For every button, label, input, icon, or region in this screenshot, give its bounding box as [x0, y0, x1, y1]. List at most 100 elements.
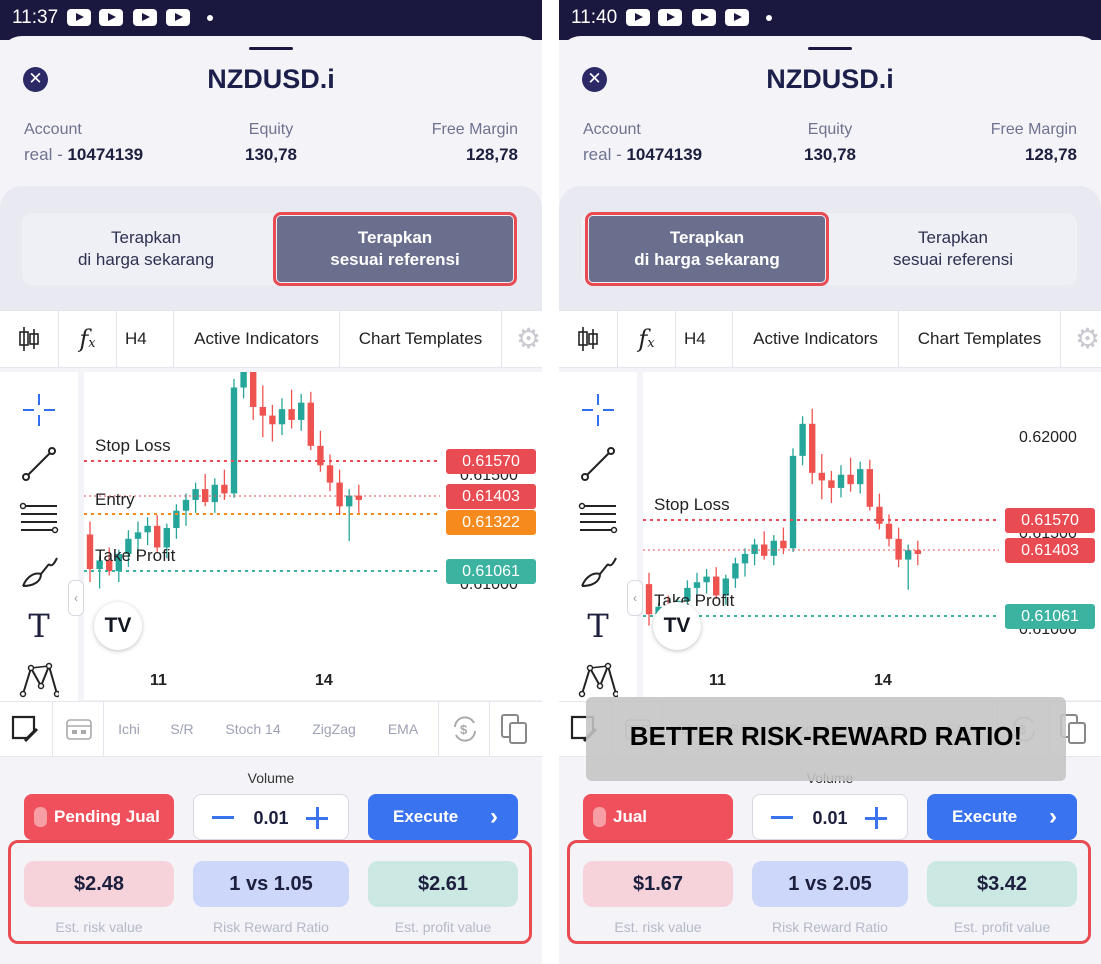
lock-icon [34, 807, 47, 827]
currency-exchange-button[interactable]: $ [438, 702, 490, 756]
candle-body [134, 532, 142, 539]
crosshair-icon[interactable] [19, 390, 59, 430]
calendar-button[interactable] [52, 702, 104, 756]
plus-icon[interactable] [306, 807, 328, 829]
execute-button[interactable]: Execute › [927, 794, 1077, 840]
price-chart[interactable]: 0.61500 0.61000 Stop Loss Entry Take Pro… [84, 372, 542, 658]
function-icon[interactable]: fx [618, 311, 676, 367]
profit-value: $2.61 [368, 861, 518, 907]
indicator-ichi[interactable]: Ichi [104, 702, 154, 756]
trendline-icon[interactable] [578, 444, 618, 484]
mode-current-price[interactable]: Terapkan di harga sekarang [28, 216, 264, 282]
axis-price-label: 0.62000 [1019, 429, 1077, 446]
candle-body [192, 489, 199, 500]
sell-button[interactable]: Pending Jual [24, 794, 174, 840]
mode-reference-price[interactable]: Terapkan sesuai referensi [835, 216, 1071, 282]
sell-button-label: Pending Jual [54, 807, 160, 826]
execute-button[interactable]: Execute › [368, 794, 518, 840]
crosshair-icon[interactable] [578, 390, 618, 430]
mode-reference-price[interactable]: Terapkan sesuai referensi [273, 212, 517, 286]
drag-handle[interactable] [249, 47, 293, 50]
youtube-icon [658, 9, 682, 26]
mode-current-line2: di harga sekarang [77, 250, 215, 269]
price-chart[interactable]: 0.62000 0.61500 0.61000 Stop Loss Take P… [643, 372, 1101, 658]
candle-body [269, 415, 276, 425]
fib-lines-icon[interactable] [578, 498, 618, 538]
status-bar: 11:37 [0, 0, 542, 40]
drawing-tools: T [0, 372, 78, 702]
risk-caption: Est. risk value [614, 919, 702, 935]
indicator-sr[interactable]: S/R [156, 702, 208, 756]
active-indicators-button[interactable]: Active Indicators [733, 311, 899, 367]
candle-body [221, 484, 228, 494]
gear-icon[interactable]: ⚙ [1061, 311, 1101, 367]
entry-label: Entry [95, 490, 135, 509]
chevron-right-icon: › [1049, 803, 1057, 830]
profit-value: $3.42 [927, 861, 1077, 907]
pending-price-tag[interactable]: 0.61322 [446, 510, 536, 535]
function-icon[interactable]: fx [59, 311, 117, 367]
mode-current-price[interactable]: Terapkan di harga sekarang [585, 212, 829, 286]
risk-reward-ratio: 1 vs 1.05 [193, 861, 349, 907]
indicator-stoch[interactable]: Stoch 14 [212, 702, 294, 756]
candle-body [809, 423, 816, 473]
candlestick-icon [19, 327, 39, 351]
candle-body [154, 525, 161, 548]
take-profit-price-tag[interactable]: 0.61061 [446, 559, 536, 584]
risk-caption: Est. risk value [55, 919, 143, 935]
copy-icon[interactable] [500, 713, 530, 745]
fib-lines-icon[interactable] [19, 498, 59, 538]
text-icon[interactable]: T [578, 606, 618, 646]
entry-price-tag[interactable]: 0.61403 [446, 484, 536, 509]
brush-icon[interactable] [578, 552, 618, 592]
gear-icon[interactable]: ⚙ [502, 311, 542, 367]
mode-reference-line2: sesuai referensi [892, 250, 1013, 269]
brush-icon[interactable] [19, 552, 59, 592]
lock-icon [593, 807, 606, 827]
profit-caption: Est. profit value [953, 919, 1051, 935]
pattern-icon[interactable] [578, 660, 618, 700]
indicator-zigzag[interactable]: ZigZag [300, 702, 368, 756]
candle-body [703, 576, 710, 583]
candle-body [895, 538, 902, 560]
chart-templates-button[interactable]: Chart Templates [899, 311, 1061, 367]
trendline-icon[interactable] [19, 444, 59, 484]
mode-current-line1: Terapkan [669, 228, 745, 247]
collapse-tools-button[interactable]: ‹ [68, 580, 84, 616]
sell-button[interactable]: Jual [583, 794, 733, 840]
active-indicators-button[interactable]: Active Indicators [174, 311, 340, 367]
candle-body [355, 495, 362, 500]
candle-body [211, 484, 218, 503]
mode-current-line1: Terapkan [111, 228, 181, 247]
stop-loss-price-tag[interactable]: 0.61570 [446, 449, 536, 474]
indicator-ema[interactable]: EMA [374, 702, 432, 756]
status-time: 11:40 [571, 7, 618, 28]
chart-type-button[interactable] [0, 311, 59, 367]
chart-templates-button[interactable]: Chart Templates [340, 311, 502, 367]
candle-body [645, 584, 653, 615]
candle-body [346, 495, 353, 507]
stop-loss-price-tag[interactable]: 0.61570 [1005, 508, 1095, 533]
note-icon[interactable] [10, 714, 40, 744]
entry-price-tag[interactable]: 0.61403 [1005, 538, 1095, 563]
execute-label: Execute [393, 807, 459, 826]
x-axis: 11 14 [643, 658, 1101, 700]
timeframe-button[interactable]: H4 [676, 311, 733, 367]
chart-toolbar: fx H4 Active Indicators Chart Templates … [0, 310, 542, 368]
take-profit-price-tag[interactable]: 0.61061 [1005, 604, 1095, 629]
youtube-icon [692, 9, 716, 26]
pattern-icon[interactable] [19, 660, 59, 700]
plus-icon[interactable] [865, 807, 887, 829]
candle-body [250, 372, 257, 407]
youtube-icon [626, 9, 650, 26]
chart-toolbar: fx H4 Active Indicators Chart Templates … [559, 310, 1101, 368]
chart-type-button[interactable] [559, 311, 618, 367]
collapse-tools-button[interactable]: ‹ [627, 580, 643, 616]
currency-exchange-icon: $ [454, 716, 476, 742]
volume-stepper: 0.01 [752, 794, 908, 840]
drag-handle[interactable] [808, 47, 852, 50]
text-icon[interactable]: T [19, 606, 59, 646]
timeframe-button[interactable]: H4 [117, 311, 174, 367]
caption-banner: BETTER RISK-REWARD RATIO! [586, 697, 1066, 781]
svg-text:$: $ [460, 722, 468, 737]
